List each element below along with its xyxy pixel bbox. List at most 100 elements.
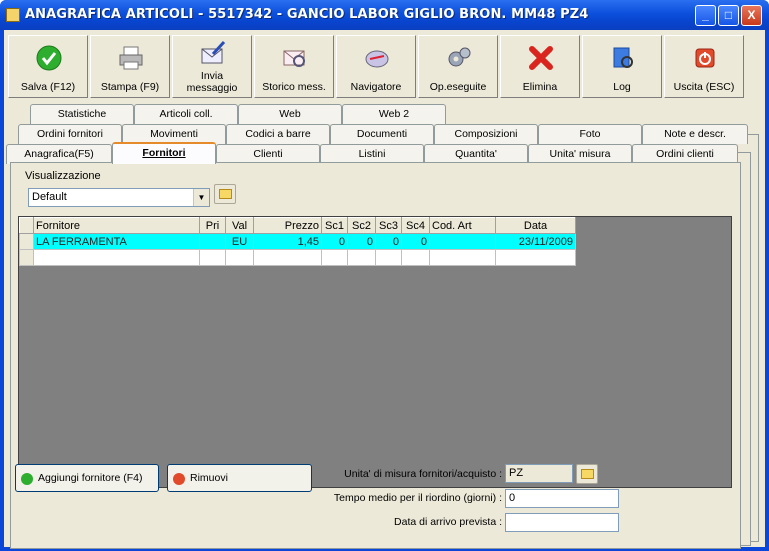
- title-bar[interactable]: ANAGRAFICA ARTICOLI - 5517342 - GANCIO L…: [0, 0, 769, 30]
- visualizzazione-select[interactable]: Default ▼: [28, 188, 210, 207]
- log-button[interactable]: Log: [582, 35, 662, 98]
- add-icon: [21, 473, 33, 485]
- close-button[interactable]: X: [741, 5, 762, 26]
- tab-movimenti[interactable]: Movimenti: [122, 124, 226, 144]
- tab-foto[interactable]: Foto: [538, 124, 642, 144]
- um-folder-button[interactable]: [576, 464, 598, 484]
- tab-unita-misura[interactable]: Unita' misura: [528, 144, 632, 164]
- visualizzazione-value: Default: [32, 191, 67, 203]
- executed-operations-button[interactable]: Op.eseguite: [418, 35, 498, 98]
- cell-sc1[interactable]: 0: [321, 233, 348, 250]
- col-val[interactable]: Val: [225, 217, 254, 234]
- cell-pri[interactable]: [199, 233, 226, 250]
- check-icon: [36, 45, 62, 71]
- table-row-new[interactable]: [19, 249, 576, 266]
- suppliers-table: Fornitore Pri Val Prezzo Sc1 Sc2 Sc3 Sc4…: [19, 217, 576, 266]
- delete-button[interactable]: Elimina: [500, 35, 580, 98]
- exit-label: Uscita (ESC): [673, 81, 735, 93]
- empty-cell[interactable]: [199, 249, 226, 266]
- cell-fornitore[interactable]: LA FERRAMENTA: [33, 233, 200, 250]
- message-history-label: Storico mess.: [262, 81, 326, 93]
- col-data[interactable]: Data: [495, 217, 576, 234]
- print-button[interactable]: Stampa (F9): [90, 35, 170, 98]
- suppliers-grid[interactable]: Fornitore Pri Val Prezzo Sc1 Sc2 Sc3 Sc4…: [18, 216, 732, 488]
- exit-button[interactable]: Uscita (ESC): [664, 35, 744, 98]
- add-supplier-button[interactable]: Aggiungi fornitore (F4): [15, 464, 159, 492]
- save-button[interactable]: Salva (F12): [8, 35, 88, 98]
- minimize-button[interactable]: _: [695, 5, 716, 26]
- cell-sc4[interactable]: 0: [401, 233, 430, 250]
- empty-cell[interactable]: [347, 249, 376, 266]
- arrivo-label: Data di arrivo prevista :: [394, 516, 502, 528]
- empty-cell[interactable]: [225, 249, 254, 266]
- tab-web[interactable]: Web: [238, 104, 342, 124]
- red-x-icon: [529, 46, 553, 70]
- exit-icon: [695, 48, 715, 68]
- empty-cell[interactable]: [375, 249, 402, 266]
- col-pri[interactable]: Pri: [199, 217, 226, 234]
- remove-button[interactable]: Rimuovi: [167, 464, 312, 492]
- chevron-down-icon[interactable]: ▼: [193, 189, 209, 206]
- tab-composizioni[interactable]: Composizioni: [434, 124, 538, 144]
- tempo-label: Tempo medio per il riordino (giorni) :: [333, 492, 502, 504]
- col-prezzo[interactable]: Prezzo: [253, 217, 322, 234]
- empty-cell[interactable]: [495, 249, 576, 266]
- cell-data[interactable]: 23/11/2009: [495, 233, 576, 250]
- visualizzazione-label: Visualizzazione: [24, 170, 102, 182]
- empty-cell[interactable]: [253, 249, 322, 266]
- tab-documenti[interactable]: Documenti: [330, 124, 434, 144]
- tab-clienti[interactable]: Clienti: [216, 144, 320, 164]
- tab-ordini-clienti[interactable]: Ordini clienti: [632, 144, 738, 164]
- cell-val[interactable]: EU: [225, 233, 254, 250]
- tab-quantita[interactable]: Quantita': [424, 144, 528, 164]
- send-message-label: Invia messaggio: [186, 70, 238, 94]
- add-supplier-label: Aggiungi fornitore (F4): [38, 472, 143, 484]
- tab-listini[interactable]: Listini: [320, 144, 424, 164]
- empty-cell[interactable]: [321, 249, 348, 266]
- tab-fornitori[interactable]: Fornitori: [112, 142, 216, 164]
- col-sc3[interactable]: Sc3: [375, 217, 402, 234]
- delete-label: Elimina: [522, 81, 558, 93]
- tempo-field[interactable]: 0: [505, 489, 619, 508]
- folder-icon: [581, 469, 594, 479]
- visualizzazione-folder-button[interactable]: [214, 184, 236, 204]
- cell-sc2[interactable]: 0: [347, 233, 376, 250]
- um-field[interactable]: PZ: [505, 464, 573, 483]
- navigator-button[interactable]: Navigatore: [336, 35, 416, 98]
- tab-statistiche[interactable]: Statistiche: [30, 104, 134, 124]
- application-window: ANAGRAFICA ARTICOLI - 5517342 - GANCIO L…: [0, 0, 769, 551]
- table-row[interactable]: LA FERRAMENTA EU 1,45 0 0 0 0 23/11/2009: [19, 233, 576, 250]
- col-fornitore[interactable]: Fornitore: [33, 217, 200, 234]
- tab-codici-a-barre[interactable]: Codici a barre: [226, 124, 330, 144]
- empty-cell[interactable]: [401, 249, 430, 266]
- log-book-icon: [613, 47, 633, 68]
- tab-anagrafica[interactable]: Anagrafica(F5): [6, 144, 112, 164]
- table-header-row: Fornitore Pri Val Prezzo Sc1 Sc2 Sc3 Sc4…: [19, 217, 576, 234]
- cell-prezzo[interactable]: 1,45: [253, 233, 322, 250]
- save-label: Salva (F12): [20, 81, 76, 93]
- empty-cell[interactable]: [429, 249, 496, 266]
- compass-icon: [365, 50, 389, 68]
- row-indicator-header: [19, 217, 34, 234]
- window-title: ANAGRAFICA ARTICOLI - 5517342 - GANCIO L…: [25, 7, 589, 22]
- cell-sc3[interactable]: 0: [375, 233, 402, 250]
- tab-articoli-coll[interactable]: Articoli coll.: [134, 104, 238, 124]
- toolbar: Salva (F12) Stampa (F9) Invia messaggio …: [6, 32, 760, 98]
- col-sc1[interactable]: Sc1: [321, 217, 348, 234]
- empty-cell[interactable]: [33, 249, 200, 266]
- remove-label: Rimuovi: [190, 472, 228, 484]
- maximize-button[interactable]: □: [718, 5, 739, 26]
- col-sc2[interactable]: Sc2: [347, 217, 376, 234]
- send-message-button[interactable]: Invia messaggio: [172, 35, 252, 98]
- navigator-label: Navigatore: [350, 81, 402, 93]
- cell-cod-art[interactable]: [429, 233, 496, 250]
- arrivo-field[interactable]: [505, 513, 619, 532]
- col-cod-art[interactable]: Cod. Art: [429, 217, 496, 234]
- remove-icon: [173, 473, 185, 485]
- col-sc4[interactable]: Sc4: [401, 217, 430, 234]
- tab-ordini-fornitori[interactable]: Ordini fornitori: [18, 124, 122, 144]
- message-history-button[interactable]: Storico mess.: [254, 35, 334, 98]
- envelope-search-icon: [283, 50, 305, 67]
- tab-web-2[interactable]: Web 2: [342, 104, 446, 124]
- tab-note-e-descr[interactable]: Note e descr.: [642, 124, 748, 144]
